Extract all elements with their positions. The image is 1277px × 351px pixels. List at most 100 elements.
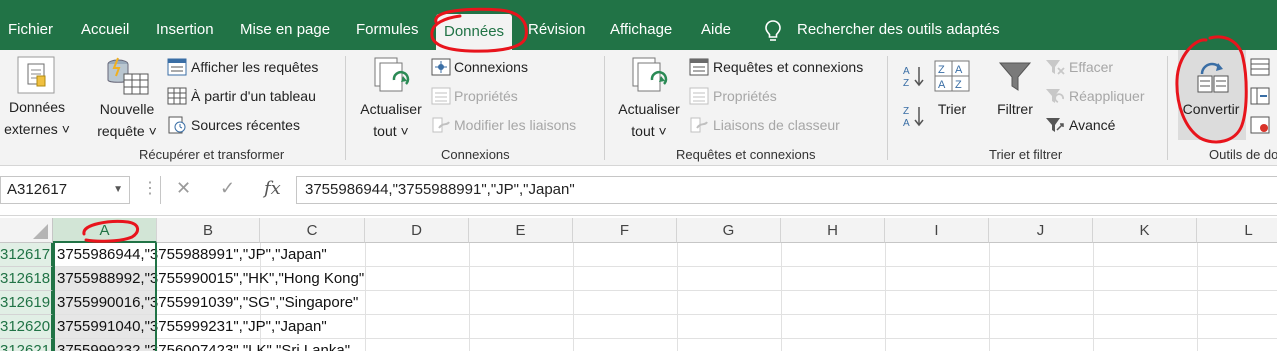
edit-links-icon [432,117,450,133]
group-label-outils: Outils de do [1209,147,1277,162]
gridline [365,243,366,351]
recent-sources-icon [168,116,186,134]
chevron-down-icon[interactable]: ▼ [113,177,123,203]
column-header-l[interactable]: L [1197,218,1277,243]
row-header[interactable]: 312617 [0,243,53,267]
queries-connections-icon [689,58,709,76]
lightbulb-icon [765,20,781,41]
row-header[interactable]: 312620 [0,315,53,339]
row-header[interactable]: 312619 [0,291,53,315]
properties-icon [431,87,451,105]
row-header[interactable]: 312621 [0,339,53,351]
remove-duplicates-icon[interactable] [1250,87,1270,105]
effacer-button[interactable]: Effacer [1069,56,1113,78]
actualiser-tout-line1: Actualiser [618,101,680,117]
svg-text:Z: Z [955,79,962,91]
gridline [989,243,990,351]
group-separator [1167,56,1168,160]
gridline [1197,243,1198,351]
liaisons-classeur-button[interactable]: Liaisons de classeur [713,114,840,136]
formula-bar: A312617 ▼ ⋮ ✕ ✓ fx 3755986944,"375598899… [0,166,1277,216]
connexions-button[interactable]: Connexions [454,56,528,78]
svg-text:A: A [955,64,963,76]
gridline [573,243,574,351]
column-header-j[interactable]: J [989,218,1093,243]
tab-mise-en-page[interactable]: Mise en page [240,0,330,50]
insert-function-icon[interactable]: fx [264,178,281,199]
column-header-d[interactable]: D [365,218,469,243]
nouvelle-requete-line2: requête ˅ [97,123,157,139]
svg-text:A: A [903,66,910,77]
donnees-externes-line2: externes ˅ [4,121,70,137]
refresh-all-icon [632,57,668,92]
column-header-k[interactable]: K [1093,218,1197,243]
sort-icon: Z A A Z [934,60,970,92]
column-header-f[interactable]: F [573,218,677,243]
group-separator [345,56,346,160]
column-header-g[interactable]: G [677,218,781,243]
column-header-i[interactable]: I [885,218,989,243]
actualiser-tout-button-2[interactable]: Actualiser tout ˅ [614,98,684,142]
requetes-connexions-button[interactable]: Requêtes et connexions [713,56,863,78]
name-box-value: A312617 [7,181,68,198]
tell-me-search[interactable]: Rechercher des outils adaptés [797,0,1000,50]
actualiser-tout-line2: tout ˅ [631,123,667,139]
column-header-e[interactable]: E [469,218,573,243]
tab-accueil[interactable]: Accueil [81,0,129,50]
enter-icon[interactable]: ✓ [220,178,235,199]
svg-text:A: A [938,79,946,91]
a-partir-tableau-button[interactable]: À partir d'un tableau [191,85,316,107]
afficher-requetes-button[interactable]: Afficher les requêtes [191,56,318,78]
tab-donnees[interactable]: Données [436,14,513,50]
name-box[interactable]: A312617 ▼ [0,176,130,204]
donnees-externes-line1: Données [8,99,66,115]
refresh-all-icon [374,57,410,92]
gridline [885,243,886,351]
cell-value: 3755991040,"3755999231","JP","Japan" [57,318,327,335]
data-validation-icon[interactable] [1250,116,1270,134]
svg-text:Z: Z [903,106,909,117]
reappliquer-button[interactable]: Réappliquer [1069,85,1145,107]
cell-value: 3755990016,"3755991039","SG","Singapore" [57,294,359,311]
tab-insertion[interactable]: Insertion [156,0,214,50]
column-header-b[interactable]: B [157,218,260,243]
show-queries-icon [167,58,187,76]
tab-revision[interactable]: Révision [528,0,586,50]
drag-handle-icon[interactable]: ⋮ [142,178,158,198]
svg-text:Z: Z [903,78,909,88]
cell-value: 3755988992,"3755990015","HK","Hong Kong" [57,270,365,287]
sort-az-icon[interactable]: A Z [902,64,924,88]
column-header-c[interactable]: C [260,218,365,243]
nouvelle-requete-button[interactable]: Nouvelle requête ˅ [94,98,160,142]
flash-fill-icon[interactable] [1250,58,1270,76]
sort-za-icon[interactable]: Z A [902,104,924,128]
modifier-liaisons-button[interactable]: Modifier les liaisons [454,114,576,136]
column-header-h[interactable]: H [781,218,885,243]
row-header[interactable]: 312618 [0,267,53,291]
tab-affichage[interactable]: Affichage [610,0,672,50]
filter-icon [998,62,1032,91]
trier-button[interactable]: Trier [930,98,974,120]
sources-recentes-button[interactable]: Sources récentes [191,114,300,136]
svg-text:A: A [903,118,910,128]
select-all-corner[interactable] [0,218,53,243]
from-table-icon [167,87,187,105]
avance-button[interactable]: Avancé [1069,114,1115,136]
tab-fichier[interactable]: Fichier [8,0,53,50]
column-header-a[interactable]: A [53,218,157,243]
gridline [1093,243,1094,351]
gridline [469,243,470,351]
filtrer-button[interactable]: Filtrer [990,98,1040,120]
properties-icon [689,87,709,105]
proprietes-button[interactable]: Propriétés [454,85,518,107]
formula-input[interactable]: 3755986944,"3755988991","JP","Japan" [296,176,1277,204]
clear-filter-icon [1046,60,1065,75]
tab-aide[interactable]: Aide [701,0,731,50]
actualiser-tout-button[interactable]: Actualiser tout ˅ [356,98,426,142]
gridline [781,243,782,351]
donnees-externes-button[interactable]: Données externes ˅ [4,96,70,140]
menu-bar: Fichier Accueil Insertion Mise en page F… [0,0,1277,50]
tab-formules[interactable]: Formules [356,0,419,50]
cancel-icon[interactable]: ✕ [176,178,191,199]
proprietes-button-2[interactable]: Propriétés [713,85,777,107]
